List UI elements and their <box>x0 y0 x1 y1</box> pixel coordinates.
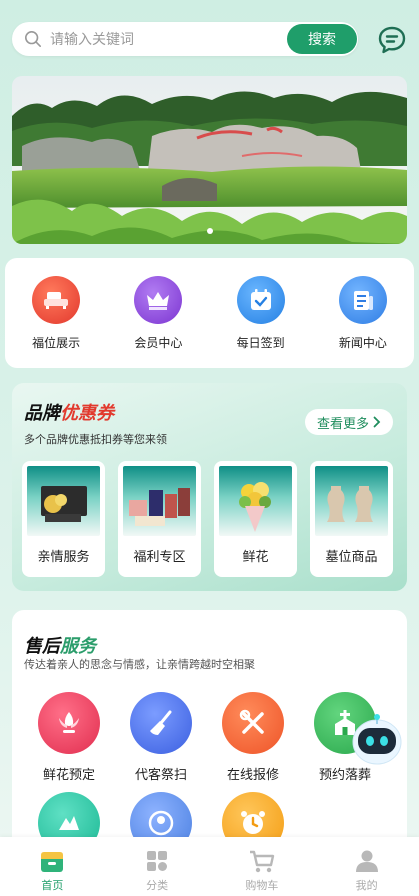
sofa-icon <box>32 276 81 324</box>
after-sales-title-green: 服务 <box>60 636 96 657</box>
service-flower-booking[interactable]: 鲜花预定 <box>24 692 114 783</box>
coupon-title-red: 优惠券 <box>60 403 114 424</box>
tab-label: 首页 <box>41 879 64 892</box>
category-icon <box>147 851 168 871</box>
banner-carousel[interactable] <box>12 76 407 244</box>
after-sales-section: 售后服务 传达着亲人的思念与情感，让亲情跨越时空相聚 鲜花预定 代客祭扫 在线报… <box>12 610 407 870</box>
quick-nav-item-checkin[interactable]: 每日签到 <box>216 276 306 368</box>
search-icon <box>24 30 42 48</box>
view-more-button[interactable]: 查看更多 <box>304 409 393 435</box>
user-icon <box>355 850 378 872</box>
coupon-card-label: 墓位商品 <box>325 550 378 565</box>
search-input[interactable]: 请输入关键词 搜索 <box>12 22 358 56</box>
quick-nav-label: 新闻中心 <box>338 336 387 350</box>
after-sales-subtitle: 传达着亲人的思念与情感，让亲情跨越时空相聚 <box>24 658 255 671</box>
home-icon <box>41 852 64 872</box>
tab-category[interactable]: 分类 <box>117 847 197 893</box>
calendar-check-icon <box>236 276 285 324</box>
coupon-card[interactable]: 墓位商品 <box>310 461 393 577</box>
coupon-title-black: 品牌 <box>24 403 60 424</box>
tab-cart[interactable]: 购物车 <box>222 847 302 893</box>
coupon-card-image <box>27 466 100 536</box>
search-row: 请输入关键词 搜索 <box>12 22 407 58</box>
search-button[interactable]: 搜索 <box>287 24 357 54</box>
tab-home[interactable]: 首页 <box>12 847 92 893</box>
coupon-card[interactable]: 亲情服务 <box>22 461 105 577</box>
quick-nav-item-member[interactable]: 会员中心 <box>113 276 203 368</box>
cart-icon <box>249 850 275 873</box>
quick-nav-label: 每日签到 <box>236 336 285 350</box>
coupon-card[interactable]: 福利专区 <box>118 461 201 577</box>
quick-nav-label: 会员中心 <box>134 336 183 350</box>
service-online-repair[interactable]: 在线报修 <box>208 692 298 783</box>
robot-assistant-icon[interactable] <box>349 712 405 768</box>
wrench-icon <box>222 692 284 754</box>
bottom-tab-bar: 首页 分类 购物车 我的 <box>0 837 419 896</box>
message-icon[interactable] <box>377 25 407 55</box>
after-sales-title: 售后服务 <box>24 632 96 658</box>
coupon-card-image <box>219 466 292 536</box>
broom-icon <box>130 692 192 754</box>
after-sales-title-black: 售后 <box>24 636 60 657</box>
coupon-card-image <box>123 466 196 536</box>
newspaper-icon <box>338 276 387 324</box>
quick-nav-label: 福位展示 <box>32 336 81 350</box>
tab-label: 购物车 <box>245 879 279 892</box>
chevron-right-icon <box>373 416 381 428</box>
service-proxy-sweeping[interactable]: 代客祭扫 <box>116 692 206 783</box>
banner-indicator <box>206 228 213 234</box>
quick-nav-item-news[interactable]: 新闻中心 <box>318 276 408 368</box>
service-label: 鲜花预定 <box>42 768 95 783</box>
coupon-subtitle: 多个品牌优惠抵扣券等您来领 <box>24 433 167 446</box>
crown-icon <box>134 276 183 324</box>
coupon-card-label: 鲜花 <box>242 550 269 565</box>
quick-nav: 福位展示 会员中心 每日签到 新闻中心 <box>5 258 414 368</box>
coupon-card-label: 亲情服务 <box>37 550 90 565</box>
flower-icon <box>38 692 100 754</box>
coupon-card-list: 亲情服务 福利专区 鲜花 墓位商品 <box>22 461 393 577</box>
coupon-title: 品牌优惠券 <box>24 399 114 425</box>
service-label: 在线报修 <box>226 768 279 783</box>
coupon-card-label: 福利专区 <box>133 550 186 565</box>
banner-image <box>12 76 407 244</box>
coupon-card-image <box>315 466 388 536</box>
tab-label: 分类 <box>146 879 169 892</box>
banner-dot <box>206 228 213 234</box>
brand-coupon-section: 品牌优惠券 多个品牌优惠抵扣券等您来领 查看更多 亲情服务 福利专区 鲜花 墓位… <box>12 383 407 591</box>
service-label: 代客祭扫 <box>134 768 187 783</box>
view-more-label: 查看更多 <box>316 416 369 432</box>
quick-nav-item-display[interactable]: 福位展示 <box>11 276 101 368</box>
tab-label: 我的 <box>355 879 378 892</box>
tab-mine[interactable]: 我的 <box>327 847 407 893</box>
coupon-card[interactable]: 鲜花 <box>214 461 297 577</box>
